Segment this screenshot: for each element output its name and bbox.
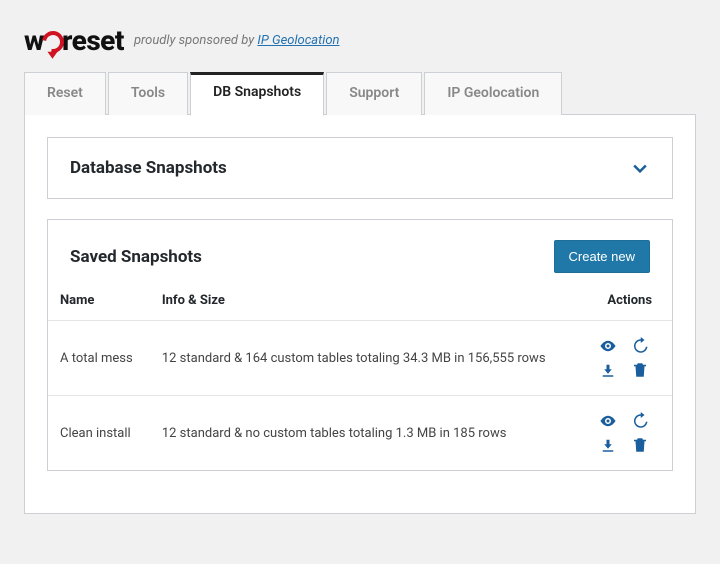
- col-actions: Actions: [579, 283, 672, 321]
- wpreset-logo: wreset: [24, 24, 124, 57]
- chevron-down-icon: [630, 158, 650, 178]
- tab-bar: Reset Tools DB Snapshots Support IP Geol…: [24, 71, 696, 115]
- eye-icon[interactable]: [599, 412, 617, 430]
- col-info: Info & Size: [150, 283, 579, 321]
- snapshot-actions: [579, 396, 672, 471]
- eye-icon[interactable]: [599, 337, 617, 355]
- tab-ip-geolocation[interactable]: IP Geolocation: [424, 72, 562, 115]
- tab-db-snapshots[interactable]: DB Snapshots: [190, 72, 324, 116]
- saved-snapshots-panel: Saved Snapshots Create new Name Info & S…: [47, 219, 673, 471]
- tab-support[interactable]: Support: [326, 72, 422, 115]
- table-row: Clean install 12 standard & no custom ta…: [48, 396, 672, 471]
- restore-icon[interactable]: [631, 412, 649, 430]
- saved-snapshots-title: Saved Snapshots: [70, 247, 202, 267]
- snapshot-info: 12 standard & 164 custom tables totaling…: [150, 321, 579, 396]
- sponsor-text: proudly sponsored by IP Geolocation: [134, 33, 340, 48]
- snapshots-table: Name Info & Size Actions A total mess 12…: [48, 283, 672, 470]
- trash-icon[interactable]: [631, 361, 649, 379]
- sponsor-link[interactable]: IP Geolocation: [257, 33, 339, 48]
- tab-tools[interactable]: Tools: [108, 72, 188, 115]
- trash-icon[interactable]: [631, 436, 649, 454]
- table-row: A total mess 12 standard & 164 custom ta…: [48, 321, 672, 396]
- saved-snapshots-header: Saved Snapshots Create new: [48, 220, 672, 283]
- create-new-button[interactable]: Create new: [554, 240, 650, 273]
- restore-icon[interactable]: [631, 337, 649, 355]
- snapshot-actions: [579, 321, 672, 396]
- tab-reset[interactable]: Reset: [24, 72, 106, 115]
- plugin-header: wreset proudly sponsored by IP Geolocati…: [24, 18, 696, 71]
- download-icon[interactable]: [599, 361, 617, 379]
- snapshot-name: A total mess: [48, 321, 150, 396]
- snapshot-info: 12 standard & no custom tables totaling …: [150, 396, 579, 471]
- database-snapshots-title: Database Snapshots: [70, 158, 227, 178]
- tab-content: Database Snapshots Saved Snapshots Creat…: [24, 115, 696, 514]
- download-icon[interactable]: [599, 436, 617, 454]
- col-name: Name: [48, 283, 150, 321]
- snapshot-name: Clean install: [48, 396, 150, 471]
- database-snapshots-panel: Database Snapshots: [47, 137, 673, 199]
- database-snapshots-header[interactable]: Database Snapshots: [48, 138, 672, 198]
